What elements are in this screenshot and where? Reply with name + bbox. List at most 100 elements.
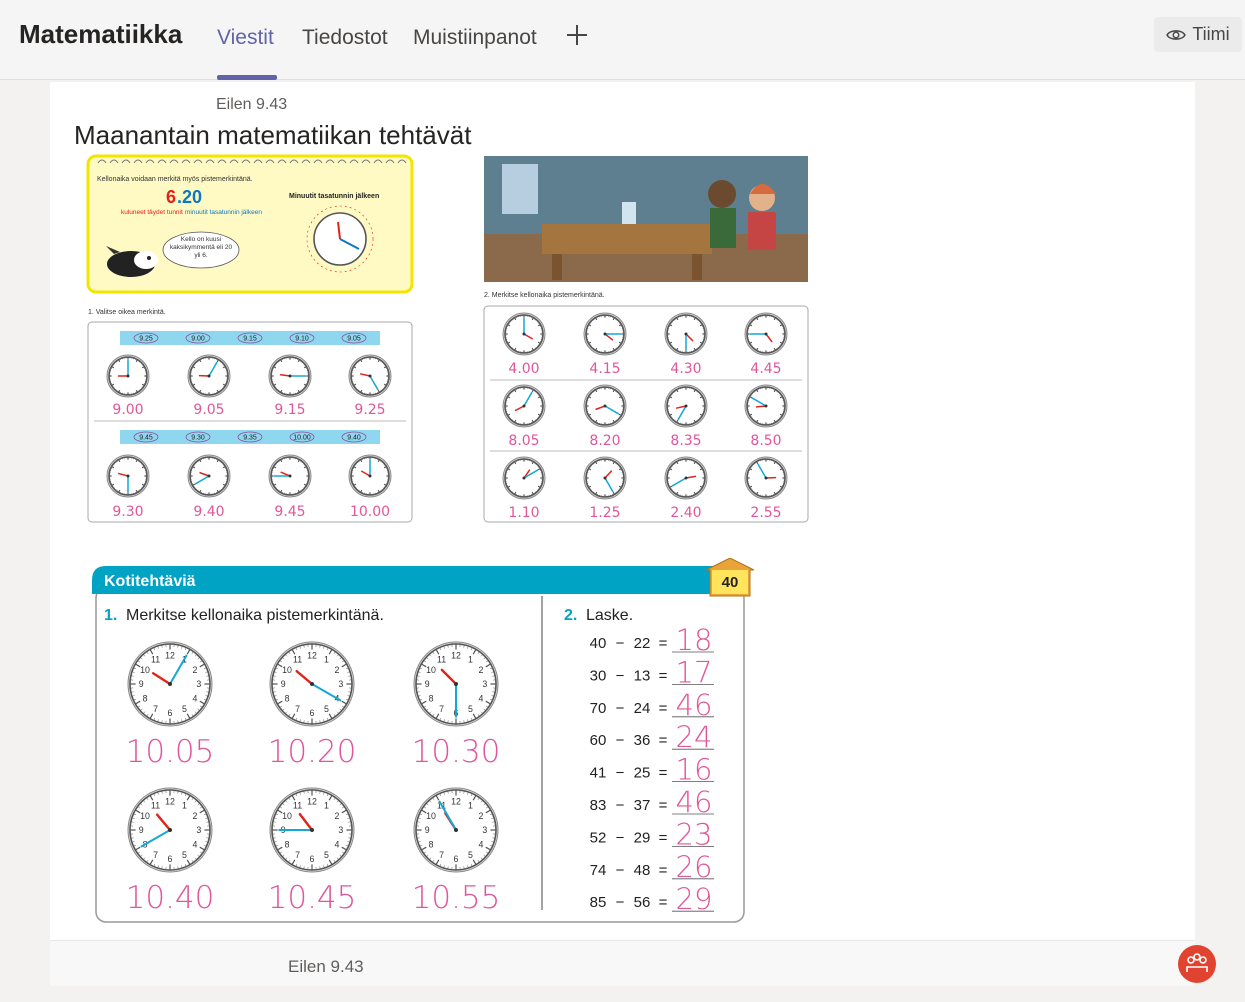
svg-text:12: 12	[307, 796, 317, 806]
svg-text:2: 2	[192, 665, 197, 675]
svg-text:5: 5	[468, 704, 473, 714]
task2-number: 2.	[564, 607, 577, 624]
svg-text:6: 6	[454, 854, 459, 864]
svg-text:8: 8	[429, 840, 434, 850]
row2-option: 10.00	[293, 435, 311, 442]
team-reply-button[interactable]	[1178, 945, 1216, 983]
left-answer: 9.45	[274, 504, 305, 520]
channel-title: Matematiikka	[19, 19, 183, 49]
row2-option: 9.45	[139, 435, 153, 442]
svg-text:−: −	[616, 829, 625, 846]
exercise2-title: 2. Merkitse kellonaika pistemerkintänä.	[484, 292, 605, 299]
add-tab-button[interactable]	[564, 22, 590, 48]
homework-clock: 123456789101112	[269, 787, 355, 873]
svg-text:=: =	[659, 797, 668, 814]
big-time-hours: 6	[166, 187, 176, 207]
tab-muistiinpanot[interactable]: Muistiinpanot	[413, 26, 537, 50]
right-clock	[664, 456, 708, 500]
post-title: Maanantain matematiikan tehtävät	[74, 120, 472, 150]
svg-text:1: 1	[324, 800, 329, 810]
right-clock	[744, 456, 788, 500]
left-answer: 9.00	[112, 402, 143, 418]
label-hours: kuluneet täydet tunnit	[121, 209, 183, 216]
svg-text:6: 6	[310, 854, 315, 864]
homework-clock-answer: 10.20	[268, 734, 357, 770]
svg-text:=: =	[659, 765, 668, 782]
row1-option: 9.05	[347, 336, 361, 343]
svg-text:1: 1	[182, 800, 187, 810]
svg-text:85: 85	[590, 894, 607, 911]
svg-text:9: 9	[139, 825, 144, 835]
svg-text:=: =	[659, 732, 668, 749]
svg-text:6: 6	[168, 708, 173, 718]
svg-text:37: 37	[634, 797, 651, 814]
minute-dial-title: Minuutit tasatunnin jälkeen	[289, 193, 379, 200]
big-time-minutes: .20	[177, 187, 202, 207]
message-footer	[50, 940, 1195, 986]
right-answer: 4.45	[750, 361, 781, 377]
team-reply-icon	[1186, 953, 1208, 972]
svg-text:7: 7	[295, 850, 300, 860]
right-answer: 8.05	[508, 433, 539, 449]
label-minutes: minuutit tasatunnin jälkeen	[185, 209, 262, 216]
left-answer: 9.05	[193, 402, 224, 418]
left-clock	[268, 354, 312, 398]
svg-text:3: 3	[482, 825, 487, 835]
svg-text:41: 41	[590, 765, 607, 782]
banner-text: Kotitehtäviä	[104, 573, 196, 590]
svg-text:11: 11	[151, 654, 160, 664]
row2-option: 9.35	[243, 435, 257, 442]
right-clock	[664, 384, 708, 428]
svg-text:7: 7	[439, 704, 444, 714]
svg-text:2: 2	[334, 811, 339, 821]
right-clock	[583, 456, 627, 500]
svg-text:−: −	[616, 765, 625, 782]
row1-option: 9.15	[243, 336, 257, 343]
left-clock	[106, 454, 150, 498]
left-clock	[268, 454, 312, 498]
svg-text:25: 25	[634, 765, 651, 782]
subtraction-answer: 18	[676, 623, 713, 657]
left-answer: 9.40	[193, 504, 224, 520]
right-answer: 4.30	[670, 361, 701, 377]
svg-text:8: 8	[285, 694, 290, 704]
svg-text:9: 9	[281, 679, 286, 689]
homework-clock: 123456789101112	[269, 641, 355, 727]
subtraction-answer: 16	[676, 753, 713, 787]
svg-text:−: −	[616, 635, 625, 652]
svg-text:4: 4	[334, 840, 339, 850]
homework-clock-answer: 10.40	[126, 880, 215, 916]
subtraction-answer: 23	[676, 817, 713, 851]
svg-text:4: 4	[478, 840, 483, 850]
worksheet-image-left[interactable]: Kellonaika voidaan merkitä myös pistemer…	[86, 154, 416, 526]
tab-viestit[interactable]: Viestit	[217, 26, 274, 50]
row2-option: 9.30	[191, 435, 205, 442]
left-clock	[187, 354, 231, 398]
svg-text:1: 1	[468, 654, 473, 664]
team-button[interactable]: Tiimi	[1154, 17, 1242, 52]
tab-tiedostot[interactable]: Tiedostot	[302, 26, 388, 50]
row1-option: 9.10	[295, 336, 309, 343]
svg-text:22: 22	[634, 635, 651, 652]
svg-text:13: 13	[634, 667, 651, 684]
post-timestamp: Eilen 9.43	[216, 96, 288, 113]
footer-timestamp: Eilen 9.43	[288, 957, 364, 976]
left-answer: 9.15	[274, 402, 305, 418]
svg-text:3: 3	[482, 679, 487, 689]
svg-text:7: 7	[439, 850, 444, 860]
svg-text:70: 70	[590, 700, 607, 717]
worksheet-image-right[interactable]: 2. Merkitse kellonaika pistemerkintänä. …	[482, 154, 812, 526]
svg-text:48: 48	[634, 862, 651, 879]
homework-clock-answer: 10.30	[412, 734, 501, 770]
homework-image[interactable]: Kotitehtäviä 40 1. Merkitse kellonaika p…	[90, 557, 756, 926]
svg-text:3: 3	[196, 825, 201, 835]
right-clock	[744, 312, 788, 356]
active-tab-indicator	[217, 75, 277, 80]
svg-text:56: 56	[634, 894, 651, 911]
left-answer: 9.30	[112, 504, 143, 520]
svg-text:12: 12	[165, 796, 175, 806]
svg-text:30: 30	[590, 667, 607, 684]
svg-text:2: 2	[334, 665, 339, 675]
svg-text:−: −	[616, 797, 625, 814]
left-clock	[348, 454, 392, 498]
